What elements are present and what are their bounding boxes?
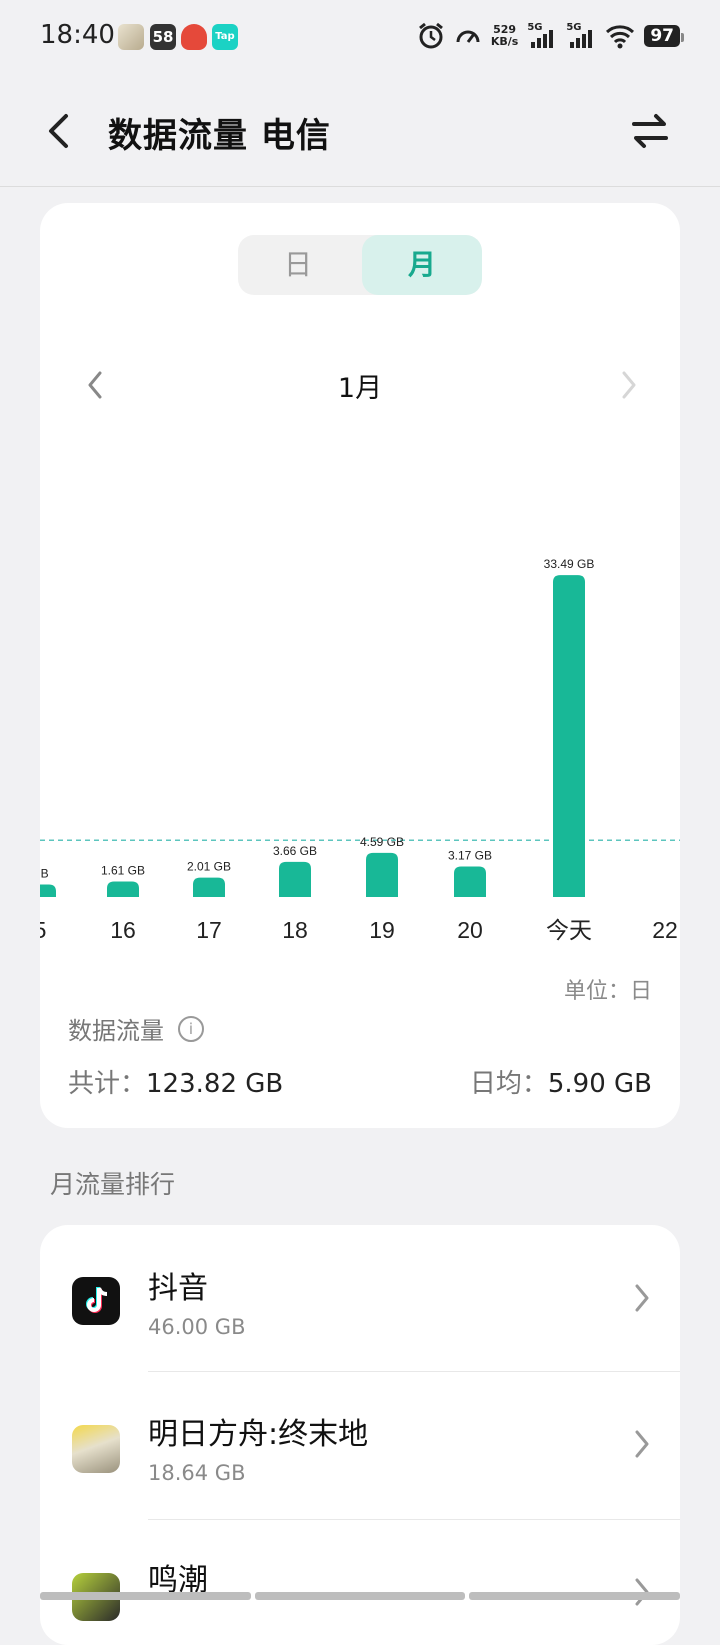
usage-label-text: 数据流量 <box>68 1017 164 1045</box>
chart-bar[interactable] <box>279 861 311 897</box>
chart-bar[interactable] <box>107 881 139 897</box>
x-tick-label: 19 <box>369 917 395 943</box>
usage-section-label: 数据流量 i <box>68 1011 204 1046</box>
alarm-icon <box>418 22 443 49</box>
signal-bars-icon <box>570 30 593 48</box>
speedometer-icon <box>456 30 480 43</box>
total-value: 123.82 GB <box>146 1069 284 1099</box>
app-usage: 46.00 GB <box>148 1315 246 1339</box>
x-tick-label: 16 <box>110 917 136 943</box>
total-usage: 共计：123.82 GB <box>68 1063 283 1100</box>
chevron-right-icon <box>635 1284 649 1312</box>
chart-bar[interactable] <box>454 866 486 897</box>
x-tick-label: 22 <box>652 917 678 943</box>
unit-key: 单位： <box>563 979 630 1004</box>
chart-bar[interactable] <box>40 884 56 897</box>
x-tick-label: 5 <box>40 917 46 943</box>
net-speed: 529 KB/s <box>491 24 518 48</box>
battery-indicator: 97 <box>644 25 684 47</box>
x-tick-label: 17 <box>196 917 222 943</box>
usage-chart-card: 日 月 1月 GB51.61 GB162.01 GB173.66 GB184.5… <box>40 203 680 1128</box>
chevron-right-icon <box>635 1430 649 1458</box>
x-tick-label: 18 <box>282 917 308 943</box>
net-speed-unit: KB/s <box>490 35 519 48</box>
avg-value: 5.90 GB <box>547 1069 652 1099</box>
sim1-signal: 5G <box>527 22 557 50</box>
app-name: 明日方舟:终末地 <box>148 1417 369 1452</box>
x-tick-label: 今天 <box>546 917 592 943</box>
back-arrow-icon[interactable] <box>40 108 80 154</box>
douyin-icon <box>72 1277 120 1325</box>
daily-usage-bar-chart: GB 5 1.61 GB 16 2.01 GB 17 3.66 GB 18 4.59 GB 19 3… <box>40 557 680 943</box>
status-bar: 18:40 58 Tap 529 KB/s 5G 5G 97 <box>0 0 720 78</box>
taptap-app-icon: Tap <box>212 24 238 50</box>
sim2-signal: 5G <box>566 22 596 50</box>
unit-value: 日 <box>629 979 652 1004</box>
x-tick-label: 20 <box>457 917 483 943</box>
daily-average: 日均：5.90 GB <box>470 1063 652 1100</box>
bar-data-label: 3.66 GB <box>273 844 317 858</box>
arknights-app-icon <box>118 24 144 50</box>
list-item[interactable]: 明日方舟:终末地 18.64 GB <box>40 1373 680 1520</box>
chart-bar[interactable] <box>366 852 398 897</box>
signal-bars-icon <box>531 30 554 48</box>
list-item[interactable]: 抖音 46.00 GB <box>40 1225 680 1372</box>
status-time: 18:40 <box>40 20 115 50</box>
chart-bar[interactable] <box>193 877 225 897</box>
wifi-icon <box>606 25 635 49</box>
info-icon[interactable]: i <box>178 1015 204 1042</box>
bar-data-label: 3.17 GB <box>448 849 492 863</box>
divider <box>148 1371 680 1372</box>
bar-data-label: 4.59 GB <box>360 835 404 849</box>
app-usage: 18.64 GB <box>148 1461 246 1485</box>
bar-data-label: 2.01 GB <box>187 860 231 874</box>
app-header: 数据流量 电信 <box>0 78 720 187</box>
bar-data-label: GB <box>40 867 49 881</box>
total-key: 共计： <box>68 1069 147 1099</box>
ranking-title: 月流量排行 <box>50 1170 176 1199</box>
58-app-icon: 58 <box>150 24 176 50</box>
list-item[interactable]: 鸣潮 <box>40 1521 680 1645</box>
chart-bar[interactable] <box>553 575 585 897</box>
arknights-endfield-icon <box>72 1425 120 1473</box>
scroll-indicator[interactable] <box>40 1592 681 1600</box>
red-app-icon <box>181 24 207 50</box>
app-name: 抖音 <box>148 1271 208 1306</box>
unit-label: 单位：日 <box>564 973 652 1005</box>
swap-sim-icon[interactable] <box>628 108 672 154</box>
ranking-list: 抖音 46.00 GB 明日方舟:终末地 18.64 GB 鸣潮 <box>40 1225 680 1645</box>
avg-key: 日均： <box>469 1069 548 1099</box>
divider <box>148 1519 680 1520</box>
bar-data-label: 1.61 GB <box>101 864 145 878</box>
bar-data-label: 33.49 GB <box>544 557 595 571</box>
page-title: 数据流量 电信 <box>108 116 331 156</box>
